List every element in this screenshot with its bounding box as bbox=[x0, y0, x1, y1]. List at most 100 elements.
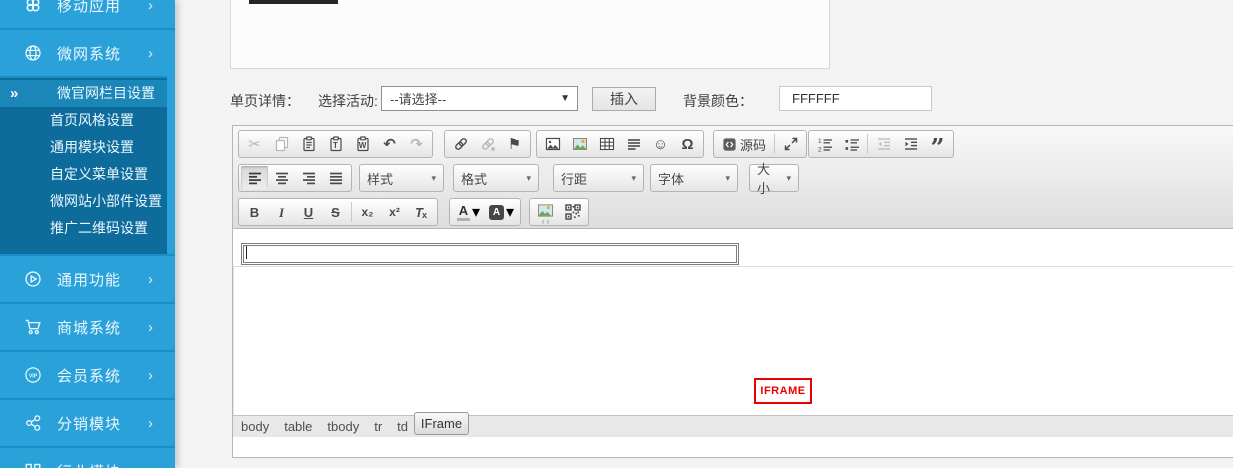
svg-text:2: 2 bbox=[818, 147, 822, 153]
sidebar-subitem-custom-menu[interactable]: 自定义菜单设置 bbox=[0, 161, 167, 188]
blockquote-icon: ” bbox=[931, 135, 945, 153]
sidebar-item-mobile-apps[interactable]: 移动应用 › bbox=[0, 0, 175, 28]
special-char-button[interactable]: Ω bbox=[674, 132, 701, 156]
source-button[interactable]: 源码 bbox=[716, 135, 772, 154]
font-dropdown[interactable]: 字体 ▾ bbox=[650, 164, 738, 192]
remove-format-sub: x bbox=[422, 210, 427, 220]
sidebar-item-common-functions[interactable]: 通用功能 › bbox=[0, 254, 175, 302]
align-left-button[interactable] bbox=[241, 166, 268, 190]
bg-color-button[interactable]: A ▾ bbox=[485, 200, 518, 224]
align-group bbox=[238, 164, 352, 192]
redo-icon: ↷ bbox=[410, 137, 423, 152]
bulleted-list-icon bbox=[844, 136, 860, 152]
sidebar-subitem-home-style[interactable]: 首页风格设置 bbox=[0, 107, 167, 134]
element-path-bar: body table tbody tr td bbox=[233, 415, 1233, 437]
undo-button[interactable]: ↶ bbox=[376, 132, 403, 156]
slider-arrows: ‹ › bbox=[532, 218, 559, 225]
smiley-button[interactable]: ☺ bbox=[647, 132, 674, 156]
cut-icon: ✂ bbox=[248, 137, 261, 152]
omega-icon: Ω bbox=[681, 137, 693, 152]
path-item-td[interactable]: td bbox=[397, 419, 408, 434]
admin-page: 移动应用 › 微网系统 › » 微官网栏目设置 首页风格设置 通用模块设置 bbox=[0, 0, 1233, 468]
source-label: 源码 bbox=[740, 135, 766, 154]
redo-button[interactable]: ↷ bbox=[403, 132, 430, 156]
style-dropdown[interactable]: 样式 ▾ bbox=[359, 164, 444, 192]
unlink-button[interactable] bbox=[474, 132, 501, 156]
sidebar-item-label: 微网系统 bbox=[57, 43, 121, 64]
path-item-tbody[interactable]: tbody bbox=[327, 419, 359, 434]
path-item-body[interactable]: body bbox=[241, 419, 269, 434]
image-button[interactable] bbox=[539, 132, 566, 156]
table-icon bbox=[599, 136, 615, 152]
toolbar-row-2: 样式 ▾ 格式 ▾ 行距 ▾ 字体 ▾ 大小 ▾ bbox=[233, 163, 1233, 193]
sidebar-subitem-label: 微官网栏目设置 bbox=[57, 85, 155, 101]
chevron-right-icon: › bbox=[148, 45, 153, 62]
cut-button[interactable]: ✂ bbox=[241, 132, 268, 156]
outdent-button[interactable] bbox=[870, 132, 897, 156]
align-right-button[interactable] bbox=[295, 166, 322, 190]
unlink-icon bbox=[480, 136, 496, 152]
play-circle-icon bbox=[24, 270, 42, 288]
path-item-tr[interactable]: tr bbox=[374, 419, 382, 434]
maximize-button[interactable] bbox=[777, 132, 804, 156]
remove-format-button[interactable]: Tx bbox=[408, 200, 435, 224]
horizontal-rule-button[interactable] bbox=[620, 132, 647, 156]
sidebar-item-micro-web[interactable]: 微网系统 › bbox=[0, 28, 175, 76]
sidebar-item-distribution-module[interactable]: 分销模块 › bbox=[0, 398, 175, 446]
bg-color-input[interactable] bbox=[779, 86, 932, 111]
chevron-right-icon: › bbox=[148, 463, 153, 468]
italic-icon: I bbox=[279, 206, 284, 219]
italic-button[interactable]: I bbox=[268, 200, 295, 224]
iframe-placeholder[interactable]: IFRAME bbox=[754, 378, 812, 404]
numbered-list-button[interactable]: 1 2 bbox=[811, 132, 838, 156]
link-button[interactable] bbox=[447, 132, 474, 156]
image-upload-button[interactable] bbox=[566, 132, 593, 156]
sidebar-item-mall-system[interactable]: 商城系统 › bbox=[0, 302, 175, 350]
font-size-dropdown-label: 大小 bbox=[757, 159, 780, 197]
bold-button[interactable]: B bbox=[241, 200, 268, 224]
indent-button[interactable] bbox=[897, 132, 924, 156]
sidebar-subitem-label: 推广二维码设置 bbox=[50, 220, 148, 236]
sidebar-subitem-column-settings[interactable]: » 微官网栏目设置 bbox=[0, 80, 167, 107]
smiley-icon: ☺ bbox=[653, 137, 668, 152]
sidebar-item-member-system[interactable]: VIP 会员系统 › bbox=[0, 350, 175, 398]
insert-button[interactable]: 插入 bbox=[592, 87, 656, 111]
table-button[interactable] bbox=[593, 132, 620, 156]
image-slider-button[interactable]: ‹ › bbox=[532, 200, 559, 224]
page-detail-label: 单页详情： bbox=[230, 91, 300, 111]
paste-as-text-button[interactable]: T bbox=[322, 132, 349, 156]
align-center-button[interactable] bbox=[268, 166, 295, 190]
paste-button[interactable] bbox=[295, 132, 322, 156]
sidebar-subitem-common-module[interactable]: 通用模块设置 bbox=[0, 134, 167, 161]
path-item-table[interactable]: table bbox=[284, 419, 312, 434]
editor-content-area[interactable]: IFRAME IFrame body table tbody tr td bbox=[233, 229, 1233, 437]
svg-text:VIP: VIP bbox=[29, 373, 38, 379]
paste-from-word-button[interactable]: W bbox=[349, 132, 376, 156]
font-size-dropdown[interactable]: 大小 ▾ bbox=[749, 164, 799, 192]
superscript-button[interactable]: x² bbox=[381, 200, 408, 224]
selected-table-cell[interactable] bbox=[241, 243, 739, 265]
subscript-button[interactable]: x₂ bbox=[354, 200, 381, 224]
text-color-button[interactable]: A ▾ bbox=[452, 200, 485, 224]
table-border-line bbox=[233, 266, 1233, 267]
qrcode-button[interactable] bbox=[559, 200, 586, 224]
superscript-icon: x² bbox=[389, 205, 400, 219]
sidebar-item-industry-module[interactable]: 行业模块 › bbox=[0, 446, 175, 468]
justify-button[interactable] bbox=[322, 166, 349, 190]
anchor-button[interactable]: ⚑ bbox=[501, 132, 528, 156]
bulleted-list-button[interactable] bbox=[838, 132, 865, 156]
sidebar-subitem-label: 首页风格设置 bbox=[50, 112, 134, 128]
image-slider-icon bbox=[538, 204, 553, 217]
copy-button[interactable] bbox=[268, 132, 295, 156]
sidebar-subitem-qrcode-promo[interactable]: 推广二维码设置 bbox=[0, 215, 167, 242]
strikethrough-button[interactable]: S bbox=[322, 200, 349, 224]
activity-select[interactable]: --请选择-- ▼ bbox=[381, 86, 578, 111]
blockquote-button[interactable]: ” bbox=[924, 132, 951, 156]
format-dropdown[interactable]: 格式 ▾ bbox=[453, 164, 539, 192]
chevron-down-icon: ▾ bbox=[725, 173, 730, 184]
sidebar-subitem-widget[interactable]: 微网站小部件设置 bbox=[0, 188, 167, 215]
underline-button[interactable]: U bbox=[295, 200, 322, 224]
outdent-icon bbox=[876, 136, 892, 152]
align-center-icon bbox=[274, 170, 290, 186]
line-height-dropdown[interactable]: 行距 ▾ bbox=[553, 164, 644, 192]
